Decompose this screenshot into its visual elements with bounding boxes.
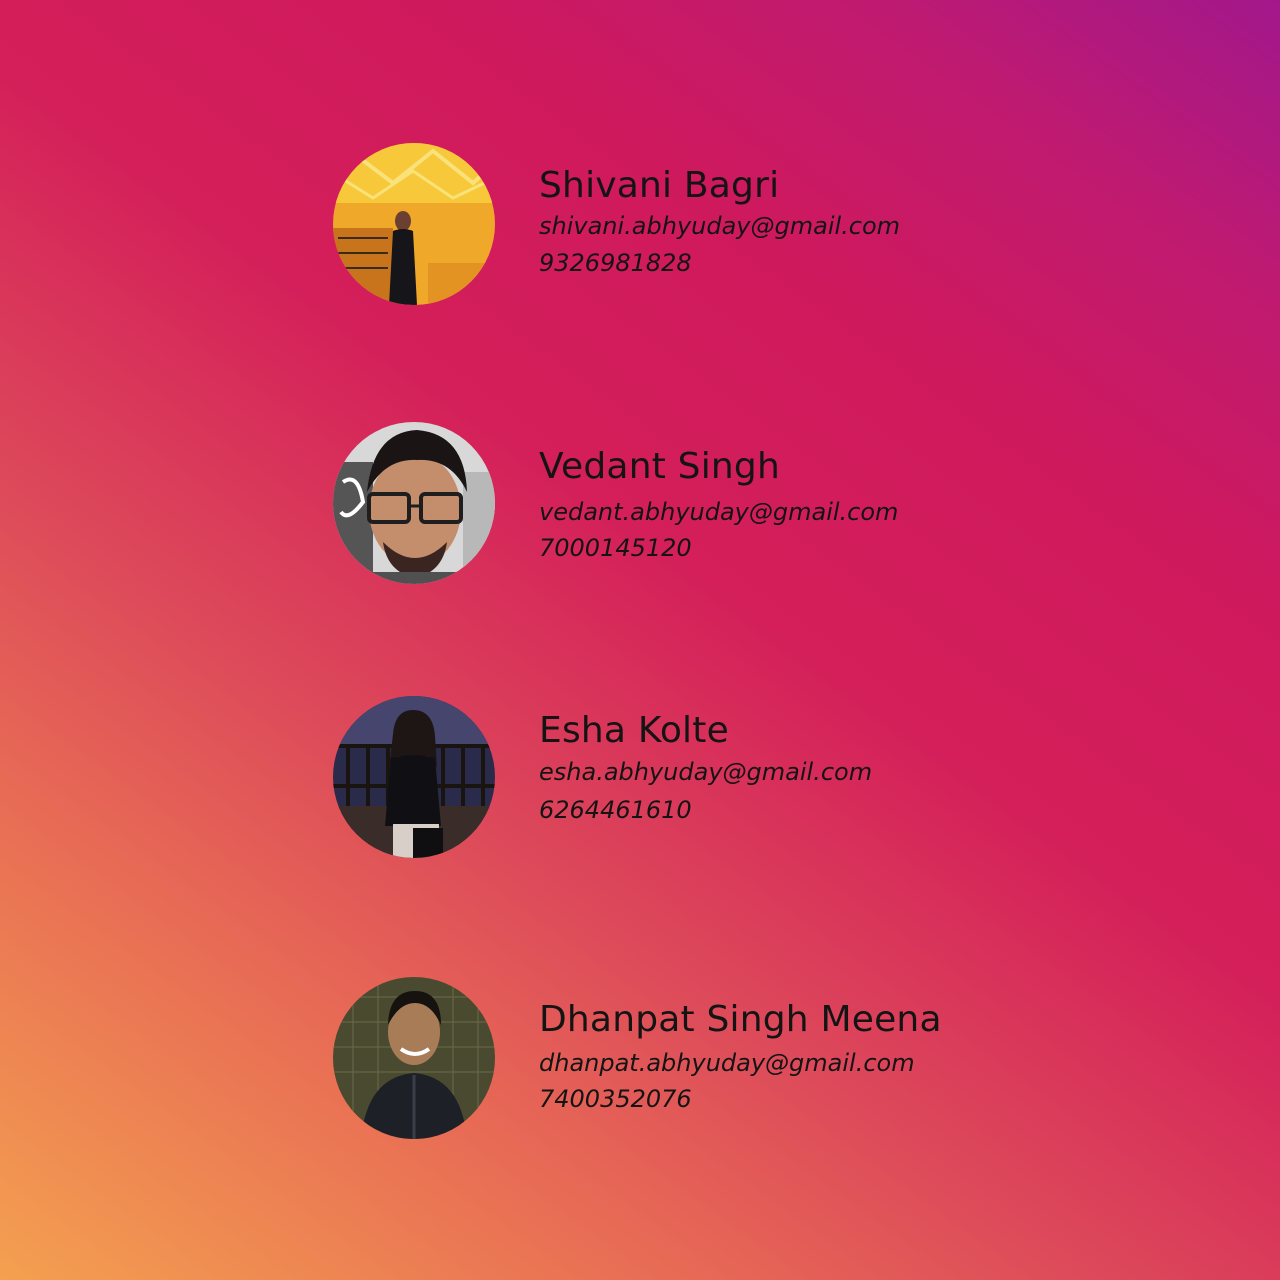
avatar xyxy=(333,977,495,1139)
avatar-photo xyxy=(333,977,495,1139)
avatar xyxy=(333,422,495,584)
contact-email[interactable]: vedant.abhyuday@gmail.com xyxy=(539,498,898,526)
contact-phone[interactable]: 7000145120 xyxy=(539,534,692,562)
contact-name: Dhanpat Singh Meena xyxy=(539,999,942,1040)
avatar-photo xyxy=(333,143,495,305)
contact-name: Vedant Singh xyxy=(539,446,781,487)
avatar-photo xyxy=(333,696,495,858)
contact-email[interactable]: dhanpat.abhyuday@gmail.com xyxy=(539,1049,915,1077)
avatar-photo xyxy=(333,422,495,584)
contact-card: Shivani Bagri shivani.abhyuday@gmail.com… xyxy=(333,143,1033,307)
contact-name: Esha Kolte xyxy=(539,710,729,751)
avatar xyxy=(333,143,495,305)
contact-phone[interactable]: 6264461610 xyxy=(539,796,692,824)
contact-email[interactable]: esha.abhyuday@gmail.com xyxy=(539,758,872,786)
contact-email[interactable]: shivani.abhyuday@gmail.com xyxy=(539,212,900,240)
contact-list: Shivani Bagri shivani.abhyuday@gmail.com… xyxy=(0,0,1280,1280)
contact-name: Shivani Bagri xyxy=(539,165,780,206)
contact-card: Esha Kolte esha.abhyuday@gmail.com 62644… xyxy=(333,696,1033,860)
contact-card: Vedant Singh vedant.abhyuday@gmail.com 7… xyxy=(333,422,1033,586)
contact-card: Dhanpat Singh Meena dhanpat.abhyuday@gma… xyxy=(333,977,1033,1141)
contact-phone[interactable]: 7400352076 xyxy=(539,1085,692,1113)
contact-phone[interactable]: 9326981828 xyxy=(539,249,692,277)
avatar xyxy=(333,696,495,858)
